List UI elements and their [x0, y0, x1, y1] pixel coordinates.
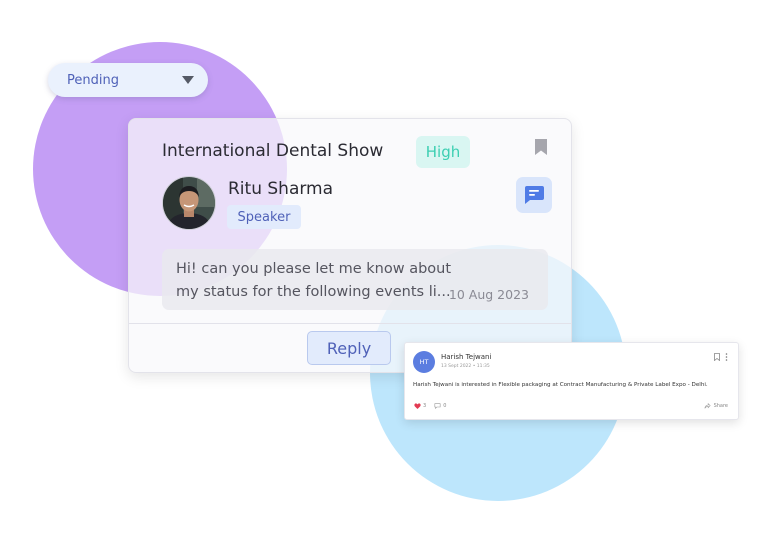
message-date: 10 Aug 2023 — [448, 287, 529, 302]
notification-body: Harish Tejwani is interested in Flexible… — [413, 382, 708, 388]
share-icon — [704, 403, 711, 409]
notification-time: 13 Sept 2022 • 11:35 — [441, 364, 490, 369]
more-vertical-icon[interactable] — [725, 353, 728, 361]
share-button[interactable]: Share — [704, 403, 728, 409]
message-preview[interactable]: Hi! can you please let me know about my … — [162, 249, 548, 310]
like-button[interactable]: 3 — [414, 403, 426, 409]
notification-footer: 3 0 — [414, 403, 446, 409]
comment-icon — [434, 403, 441, 409]
chat-button[interactable] — [516, 177, 552, 213]
avatar — [162, 176, 216, 230]
divider — [129, 323, 571, 324]
bookmark-icon[interactable] — [534, 138, 548, 156]
chevron-down-icon — [182, 76, 194, 84]
notification-name[interactable]: Harish Tejwani — [441, 353, 491, 361]
notification-actions — [714, 353, 728, 361]
like-count: 3 — [423, 403, 427, 409]
person-name: Ritu Sharma — [228, 179, 334, 199]
status-dropdown[interactable]: Pending — [48, 63, 208, 97]
message-text: Hi! can you please let me know about my … — [176, 261, 452, 300]
event-request-card: International Dental Show High Ritu Shar… — [128, 118, 572, 373]
notification-avatar: HT — [413, 351, 435, 373]
chat-icon — [525, 186, 544, 204]
heart-icon — [414, 403, 421, 409]
comment-count: 0 — [443, 403, 447, 409]
comment-button[interactable]: 0 — [434, 403, 446, 409]
event-title: International Dental Show — [162, 141, 384, 161]
notification-card: HT Harish Tejwani 13 Sept 2022 • 11:35 H… — [404, 342, 739, 420]
reply-button[interactable]: Reply — [307, 331, 391, 365]
share-label: Share — [713, 403, 728, 409]
status-dropdown-value: Pending — [67, 72, 119, 88]
role-badge: Speaker — [227, 205, 301, 229]
priority-badge: High — [416, 136, 470, 168]
bookmark-icon[interactable] — [714, 353, 720, 361]
